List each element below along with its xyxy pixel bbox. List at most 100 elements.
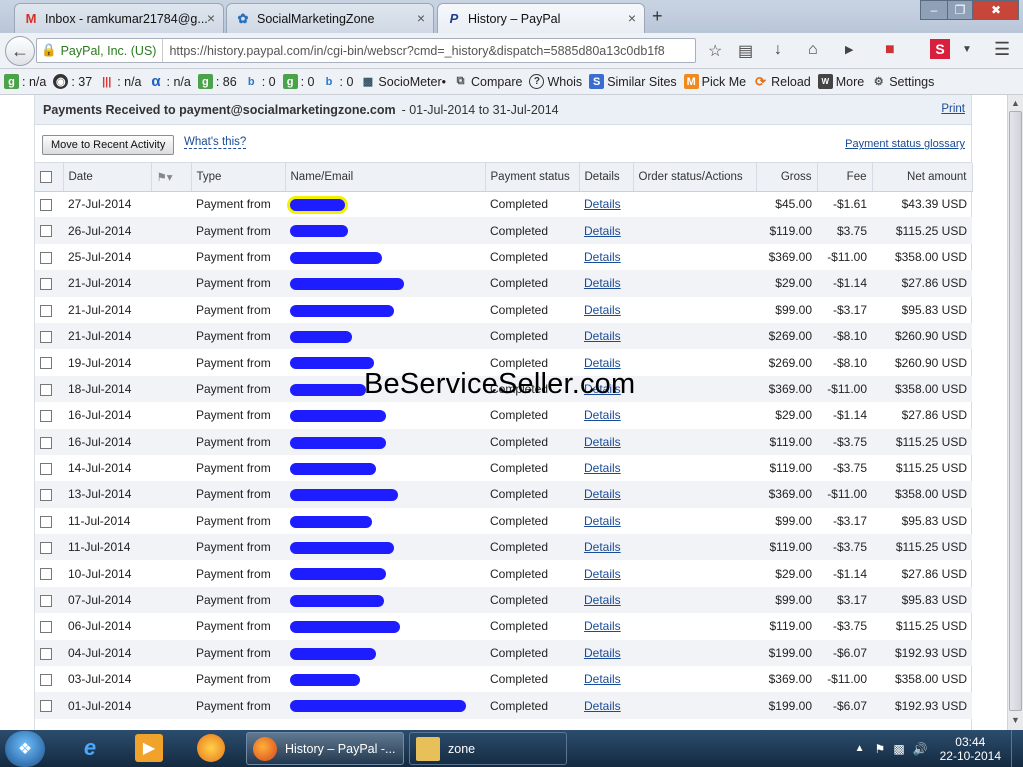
seo-alexa[interactable]: α: n/a <box>149 73 190 90</box>
compare-button[interactable]: ⧉ Compare <box>453 74 523 89</box>
row-checkbox[interactable] <box>40 674 52 687</box>
scroll-down-icon[interactable]: ▼ <box>1011 715 1020 725</box>
details-link[interactable]: Details <box>584 435 621 449</box>
network-icon[interactable]: ▩ <box>893 742 904 756</box>
whois-button[interactable]: ? Whois <box>529 74 582 89</box>
url-text[interactable]: https://history.paypal.com/in/cgi-bin/we… <box>163 44 664 58</box>
details-link[interactable]: Details <box>584 646 621 660</box>
column-header-date[interactable]: Date <box>63 163 152 192</box>
details-link[interactable]: Details <box>584 461 621 475</box>
details-link[interactable]: Details <box>584 487 621 501</box>
youtube-icon[interactable]: ▶ <box>845 43 853 56</box>
action-center-flag-icon[interactable]: ⚑ <box>875 742 886 756</box>
seo-bing-index[interactable]: b: 0 <box>244 74 276 89</box>
row-checkbox[interactable] <box>40 647 52 660</box>
seo-google-links[interactable]: g: 0 <box>282 74 315 89</box>
details-link[interactable]: Details <box>584 329 621 343</box>
row-checkbox[interactable] <box>40 621 52 634</box>
internet-explorer-icon[interactable]: e <box>76 734 104 762</box>
settings-button[interactable]: ⚙ Settings <box>871 74 935 89</box>
row-checkbox[interactable] <box>40 330 52 343</box>
addon-s-icon[interactable]: S <box>930 39 950 59</box>
taskbar-item-firefox[interactable]: History – PayPal -... <box>246 732 404 765</box>
select-all-checkbox[interactable] <box>40 170 52 183</box>
maximize-button[interactable]: ❐ <box>947 0 973 20</box>
details-link[interactable]: Details <box>584 224 621 238</box>
similar-sites-button[interactable]: S Similar Sites <box>589 74 677 89</box>
payment-status-glossary-link[interactable]: Payment status glossary <box>845 138 965 150</box>
details-link[interactable]: Details <box>584 197 621 211</box>
reload-button[interactable]: ⟳ Reload <box>753 74 811 89</box>
row-checkbox[interactable] <box>40 251 52 264</box>
tab-gmail[interactable]: M Inbox - ramkumar21784@g... × <box>14 3 224 33</box>
details-link[interactable]: Details <box>584 303 621 317</box>
scroll-up-icon[interactable]: ▲ <box>1011 98 1020 108</box>
tab-paypal-history[interactable]: P History – PayPal × <box>437 3 645 33</box>
details-link[interactable]: Details <box>584 514 621 528</box>
row-checkbox[interactable] <box>40 462 52 475</box>
print-link[interactable]: Print <box>941 103 965 115</box>
download-icon[interactable]: ↓ <box>774 41 782 59</box>
details-link[interactable]: Details <box>584 672 621 686</box>
row-checkbox[interactable] <box>40 410 52 423</box>
close-tab-icon[interactable]: × <box>207 10 215 26</box>
row-checkbox[interactable] <box>40 489 52 502</box>
row-checkbox[interactable] <box>40 383 52 396</box>
details-link[interactable]: Details <box>584 250 621 264</box>
start-button[interactable]: ❖ <box>5 731 45 767</box>
sociometer-button[interactable]: ▩ SocioMeter• <box>360 74 446 89</box>
move-to-recent-activity-button[interactable]: Move to Recent Activity <box>42 135 175 155</box>
vertical-scrollbar[interactable]: ▲ ▼ <box>1007 95 1023 730</box>
row-checkbox[interactable] <box>40 594 52 607</box>
details-link[interactable]: Details <box>584 619 621 633</box>
seo-dmoz[interactable]: |||: n/a <box>99 74 141 89</box>
seo-compete[interactable]: ◉: 37 <box>53 74 92 89</box>
details-link[interactable]: Details <box>584 699 621 713</box>
close-tab-icon[interactable]: × <box>417 10 425 26</box>
media-player-icon[interactable]: ▶ <box>135 734 163 762</box>
details-link[interactable]: Details <box>584 540 621 554</box>
row-checkbox[interactable] <box>40 199 52 212</box>
url-bar[interactable]: 🔒 PayPal, Inc. (US) https://history.payp… <box>36 38 696 63</box>
details-link[interactable]: Details <box>584 276 621 290</box>
new-tab-button[interactable]: + <box>652 6 663 27</box>
details-link[interactable]: Details <box>584 567 621 581</box>
show-desktop-button[interactable] <box>1011 730 1023 767</box>
seo-google-pr[interactable]: g: n/a <box>4 74 46 89</box>
close-tab-icon[interactable]: × <box>628 10 636 26</box>
row-checkbox[interactable] <box>40 304 52 317</box>
tab-socialmarketingzone[interactable]: ✿ SocialMarketingZone × <box>226 3 434 33</box>
home-icon[interactable]: ⌂ <box>808 41 818 59</box>
addon-lock-icon[interactable]: ■ <box>885 41 895 59</box>
row-checkbox[interactable] <box>40 542 52 555</box>
taskbar-item-folder[interactable]: zone <box>409 732 567 765</box>
star-bookmark-icon[interactable]: ☆ <box>708 41 722 61</box>
chevron-down-icon[interactable]: ▼ <box>962 44 972 55</box>
whats-this-link[interactable]: What's this? <box>184 136 247 149</box>
volume-icon[interactable]: 🔊 <box>913 742 928 756</box>
back-button[interactable]: ← <box>5 36 35 66</box>
site-identity[interactable]: 🔒 PayPal, Inc. (US) <box>37 39 164 62</box>
details-link[interactable]: Details <box>584 408 621 422</box>
more-button[interactable]: W More <box>817 74 864 89</box>
seo-google-index[interactable]: g: 86 <box>197 74 237 89</box>
app-orb-icon[interactable] <box>197 734 225 762</box>
bookmarks-list-icon[interactable]: ▤ <box>738 41 753 61</box>
row-checkbox[interactable] <box>40 357 52 370</box>
row-checkbox[interactable] <box>40 436 52 449</box>
tray-expand-icon[interactable]: ▲ <box>855 743 865 754</box>
row-checkbox[interactable] <box>40 515 52 528</box>
clock[interactable]: 03:44 22-10-2014 <box>940 735 1001 763</box>
scrollbar-thumb[interactable] <box>1009 111 1022 711</box>
row-checkbox[interactable] <box>40 568 52 581</box>
details-link[interactable]: Details <box>584 593 621 607</box>
seo-bing-links[interactable]: b: 0 <box>322 74 354 89</box>
close-window-button[interactable]: ✖ <box>973 0 1019 20</box>
row-checkbox[interactable] <box>40 278 52 291</box>
pick-me-button[interactable]: M Pick Me <box>683 74 746 89</box>
row-checkbox[interactable] <box>40 225 52 238</box>
menu-icon[interactable]: ☰ <box>994 39 1010 60</box>
row-checkbox[interactable] <box>40 700 52 713</box>
flag-column-header[interactable]: ⚑▾ <box>151 163 192 192</box>
minimize-button[interactable]: – <box>920 0 948 20</box>
